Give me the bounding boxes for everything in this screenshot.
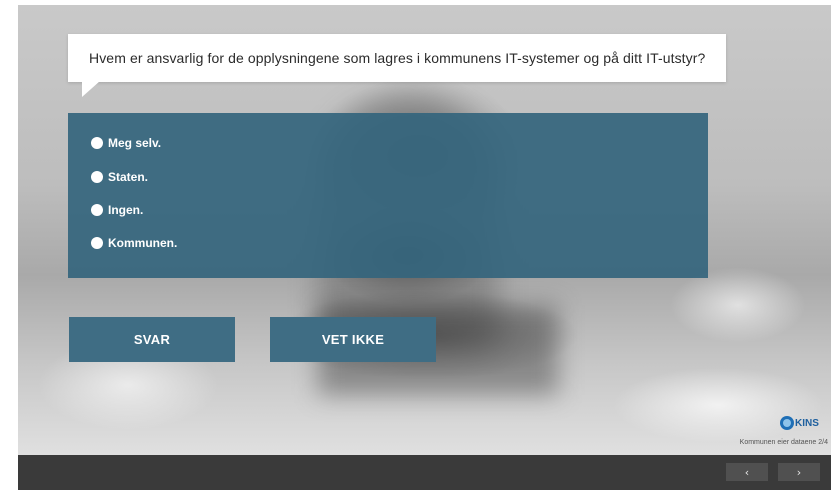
question-text: Hvem er ansvarlig for de opplysningene s… [89,50,706,66]
radio-button[interactable] [91,137,103,149]
radio-button[interactable] [91,171,103,183]
option-staten[interactable]: Staten. [91,169,148,185]
option-kommunen[interactable]: Kommunen. [91,235,177,251]
kins-logo: KINS [780,413,828,433]
slide-stage: Hvem er ansvarlig for de opplysningene s… [18,5,831,455]
radio-button[interactable] [91,204,103,216]
chevron-left-icon: ‹ [744,465,750,479]
option-label: Kommunen. [108,236,178,250]
next-slide-button[interactable]: › [778,463,820,481]
submit-answer-button[interactable]: SVAR [69,317,235,362]
question-bubble: Hvem er ansvarlig for de opplysningene s… [68,34,726,82]
radio-button[interactable] [91,237,103,249]
option-ingen[interactable]: Ingen. [91,202,143,218]
kins-logo-text: KINS [795,417,819,429]
option-label: Ingen. [108,203,144,217]
dont-know-button[interactable]: VET IKKE [270,317,436,362]
option-label: Meg selv. [108,136,162,150]
option-label: Staten. [108,170,149,184]
slide-frame: Hvem er ansvarlig for de opplysningene s… [18,5,831,490]
chevron-right-icon: › [796,465,802,479]
previous-slide-button[interactable]: ‹ [726,463,768,481]
question-bubble-tail [82,81,100,97]
option-meg-selv[interactable]: Meg selv. [91,135,161,151]
slide-caption: Kommunen eier dataene 2/4 [739,439,828,446]
player-control-bar: ‹ › [18,455,831,490]
answer-options-panel: Meg selv. Staten. Ingen. Kommunen. [68,113,708,278]
kins-logo-icon [780,416,794,430]
